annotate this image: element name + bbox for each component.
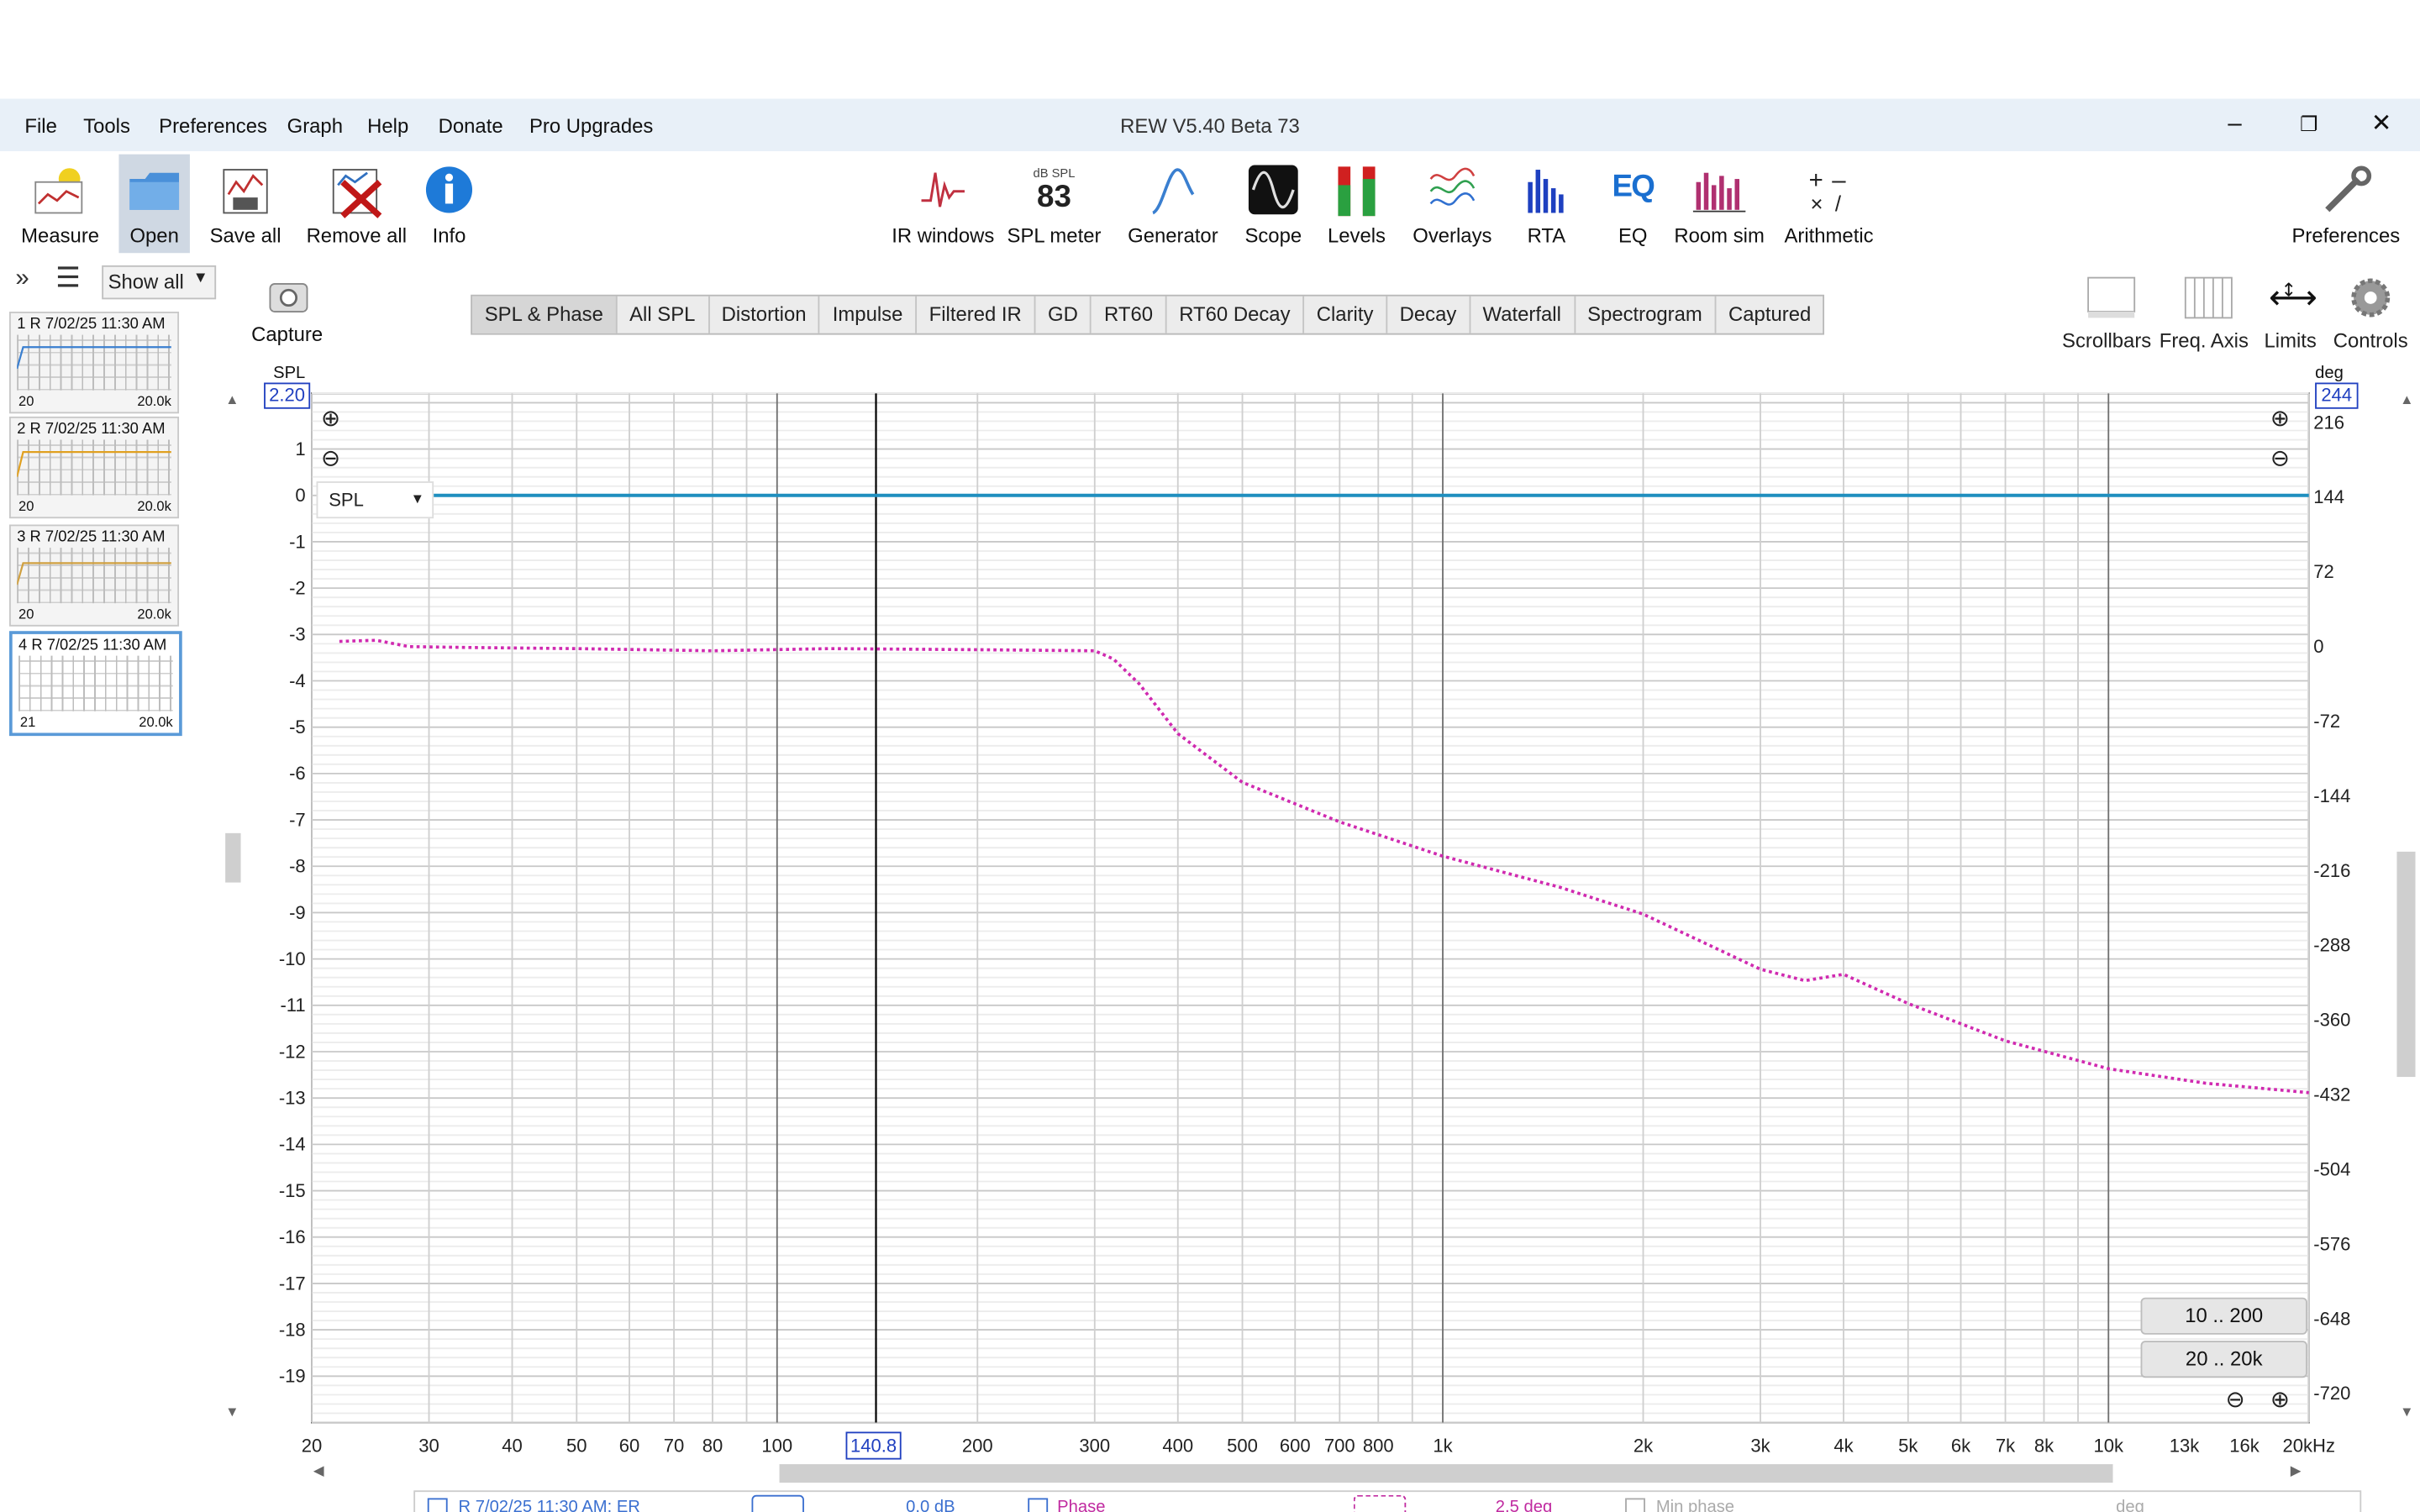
legend-offset: 0.0 dB xyxy=(906,1498,955,1512)
x-tick-label: 20kHz xyxy=(2283,1435,2335,1456)
curve-select-label: SPL xyxy=(329,489,364,511)
y-left-tick-label: -6 xyxy=(289,763,306,784)
y-left-tick-label: -13 xyxy=(279,1088,306,1109)
scroll-right-arrow[interactable]: ▶ xyxy=(2291,1462,2302,1479)
y-right-tick-label: -216 xyxy=(2313,860,2350,881)
left-axis-unit: SPL xyxy=(273,364,306,383)
legend-bar: R 7/02/25 11:30 AM: ER 0.0 dB Phase 2.5 … xyxy=(413,1490,2362,1512)
legend-min-phase-label: Min phase xyxy=(1655,1498,1735,1512)
x-tick-label: 300 xyxy=(1079,1435,1110,1456)
right-axis-top-value[interactable]: 244 xyxy=(2315,382,2359,409)
y-right-tick-label: 72 xyxy=(2313,561,2334,582)
zoom-out-right-icon[interactable]: ⊖ xyxy=(2270,444,2290,472)
x-tick-label: 2k xyxy=(1634,1435,1654,1456)
y-left-tick-label: -5 xyxy=(289,717,306,738)
right-scrollbar-thumb[interactable] xyxy=(2396,851,2416,1078)
y-right-tick-label: 0 xyxy=(2313,636,2323,657)
x-tick-label: 60 xyxy=(619,1435,640,1456)
cursor-frequency-readout[interactable]: 140.8 xyxy=(845,1431,902,1460)
y-left-tick-label: -19 xyxy=(279,1366,306,1387)
x-tick-label: 30 xyxy=(418,1435,439,1456)
y-left-tick-label: 0 xyxy=(295,485,305,506)
legend-unit: deg xyxy=(2116,1498,2144,1512)
y-right-tick-label: -432 xyxy=(2313,1084,2350,1105)
y-left-tick-label: -17 xyxy=(279,1273,306,1294)
zoom-in-right-icon[interactable]: ⊕ xyxy=(2270,404,2290,432)
y-right-tick-label: -504 xyxy=(2313,1158,2350,1179)
curve-select-dropdown[interactable]: SPL ▼ xyxy=(316,481,434,519)
x-tick-label: 8k xyxy=(2034,1435,2054,1456)
chevron-down-icon: ▼ xyxy=(410,491,424,507)
y-left-tick-label: -3 xyxy=(289,624,306,645)
smoothing-widget[interactable] xyxy=(751,1494,804,1512)
x-tick-label: 800 xyxy=(1363,1435,1394,1456)
spl-phase-graph[interactable]: 20 30 40 50 60 70 80 100 200 300 400 500 600 700 800 1k… xyxy=(0,0,2420,1512)
x-tick-label: 400 xyxy=(1162,1435,1193,1456)
measurement-checkbox[interactable] xyxy=(427,1498,448,1512)
y-left-tick-label: -7 xyxy=(289,809,306,830)
y-left-tick-label: -11 xyxy=(280,995,305,1016)
y-left-tick-label: -18 xyxy=(279,1319,306,1340)
x-tick-label: 70 xyxy=(664,1435,685,1456)
min-phase-checkbox[interactable] xyxy=(1625,1498,1645,1512)
x-tick-label: 100 xyxy=(761,1435,792,1456)
x-tick-label: 10k xyxy=(2093,1435,2124,1456)
x-tick-label: 5k xyxy=(1898,1435,1918,1456)
y-right-tick-label: -288 xyxy=(2313,935,2350,956)
plot-area xyxy=(311,392,2310,1424)
y-right-tick-label: -720 xyxy=(2313,1383,2350,1404)
scroll-left-arrow[interactable]: ◀ xyxy=(313,1462,324,1479)
x-tick-label: 4k xyxy=(1833,1435,1854,1456)
y-right-tick-label: -576 xyxy=(2313,1233,2350,1254)
phase-checkbox[interactable] xyxy=(1028,1498,1049,1512)
y-right-tick-label: -648 xyxy=(2313,1308,2350,1329)
x-tick-label: 700 xyxy=(1324,1435,1355,1456)
y-right-tick-label: -72 xyxy=(2313,711,2340,732)
right-axis-unit: deg xyxy=(2315,364,2344,383)
y-left-tick-label: 1 xyxy=(295,438,305,459)
y-left-tick-label: -12 xyxy=(279,1041,306,1062)
horizontal-scrollbar-thumb[interactable] xyxy=(779,1464,2113,1483)
x-tick-label: 600 xyxy=(1280,1435,1311,1456)
y-right-tick-label: -144 xyxy=(2313,785,2350,806)
x-tick-label: 50 xyxy=(566,1435,587,1456)
range-20-20k-button[interactable]: 20 .. 20k xyxy=(2140,1341,2307,1378)
x-tick-label: 16k xyxy=(2229,1435,2260,1456)
y-left-tick-label: -4 xyxy=(289,670,306,691)
y-left-tick-label: -1 xyxy=(289,531,306,552)
y-left-tick-label: -2 xyxy=(289,577,306,598)
y-right-tick-label: -360 xyxy=(2313,1010,2350,1031)
x-tick-label: 40 xyxy=(502,1435,523,1456)
y-left-tick-label: -10 xyxy=(279,948,306,969)
x-tick-label: 500 xyxy=(1227,1435,1258,1456)
left-axis-top-value[interactable]: 2.20 xyxy=(264,382,311,409)
y-left-tick-label: -15 xyxy=(279,1180,306,1201)
y-right-tick-label: 144 xyxy=(2313,486,2344,507)
zoom-in-x-icon[interactable]: ⊕ xyxy=(2270,1385,2290,1413)
y-right-tick-label: 216 xyxy=(2313,412,2344,433)
legend-phase-value: 2.5 deg xyxy=(1495,1498,1553,1512)
x-tick-label: 6k xyxy=(1951,1435,1971,1456)
zoom-out-left-icon[interactable]: ⊖ xyxy=(321,444,340,472)
y-left-tick-label: -9 xyxy=(289,902,306,923)
x-tick-label: 7k xyxy=(1996,1435,2016,1456)
range-10-200-button[interactable]: 10 .. 200 xyxy=(2140,1297,2307,1335)
x-tick-label: 200 xyxy=(962,1435,993,1456)
y-left-tick-label: -16 xyxy=(279,1226,306,1247)
y-left-tick-label: -14 xyxy=(279,1134,306,1155)
x-tick-label: 80 xyxy=(702,1435,723,1456)
legend-measurement-label: R 7/02/25 11:30 AM: ER xyxy=(458,1498,640,1512)
x-tick-label: 3k xyxy=(1750,1435,1770,1456)
phase-smoothing-widget[interactable] xyxy=(1353,1494,1407,1512)
zoom-in-left-icon[interactable]: ⊕ xyxy=(321,404,340,432)
right-scroll-down-arrow[interactable]: ▼ xyxy=(2400,1404,2413,1419)
rew-window: File Tools Preferences Graph Help Donate… xyxy=(0,0,2420,1512)
x-tick-label: 13k xyxy=(2170,1435,2201,1456)
x-tick-label: 1k xyxy=(1433,1435,1453,1456)
right-scroll-up-arrow[interactable]: ▲ xyxy=(2400,392,2413,407)
zoom-out-x-icon[interactable]: ⊖ xyxy=(2226,1385,2245,1413)
y-left-tick-label: -8 xyxy=(289,856,306,877)
x-tick-label: 20 xyxy=(302,1435,323,1456)
legend-phase-label: Phase xyxy=(1057,1498,1106,1512)
